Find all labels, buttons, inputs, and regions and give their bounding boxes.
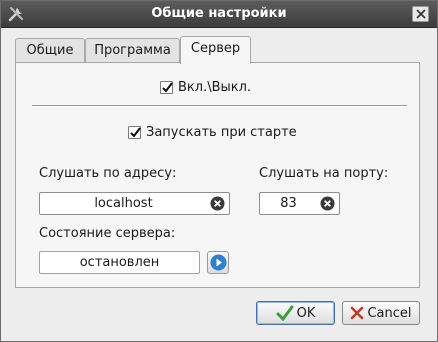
cancel-x-icon: [351, 306, 364, 320]
address-value: localhost: [94, 196, 153, 211]
window-close-button[interactable]: [412, 6, 429, 22]
server-tab-panel: Вкл.\Выкл. Запускать при старте Слушать …: [15, 62, 420, 288]
enable-label: Вкл.\Выкл.: [178, 80, 252, 95]
checkmark-icon: [130, 127, 141, 138]
checkmark-icon: [162, 82, 173, 93]
status-value: остановлен: [79, 255, 160, 270]
status-display: остановлен: [39, 251, 200, 274]
enable-server-toggle[interactable]: Вкл.\Выкл.: [160, 80, 251, 95]
ok-check-icon: [276, 305, 294, 321]
port-clear-icon[interactable]: [320, 196, 335, 211]
autostart-toggle[interactable]: Запускать при старте: [128, 125, 297, 140]
port-label: Слушать на порту:: [259, 166, 389, 181]
divider: [32, 105, 407, 107]
address-input[interactable]: localhost: [39, 192, 230, 215]
tab-general[interactable]: Общие: [15, 38, 85, 63]
start-server-button[interactable]: [207, 251, 229, 274]
ok-label: OK: [296, 305, 316, 321]
window-title: Общие настройки: [151, 6, 287, 21]
address-clear-icon[interactable]: [210, 196, 225, 211]
settings-dialog: Общие настройки Общие Программа Сервер В…: [0, 0, 438, 342]
play-icon: [210, 254, 227, 271]
port-input[interactable]: 83: [259, 192, 340, 215]
tab-server[interactable]: Сервер: [180, 36, 251, 64]
autostart-checkbox[interactable]: [128, 126, 141, 139]
window-close-icon: [416, 9, 426, 19]
status-label: Состояние сервера:: [39, 226, 176, 241]
cancel-button[interactable]: Cancel: [342, 301, 420, 325]
port-value: 83: [280, 196, 297, 211]
address-label: Слушать по адресу:: [39, 166, 177, 181]
tab-program[interactable]: Программа: [85, 38, 180, 63]
cancel-label: Cancel: [367, 305, 412, 321]
ok-button[interactable]: OK: [256, 301, 335, 325]
title-bar: Общие настройки: [1, 1, 437, 28]
autostart-label: Запускать при старте: [146, 125, 297, 140]
enable-checkbox[interactable]: [160, 81, 173, 94]
